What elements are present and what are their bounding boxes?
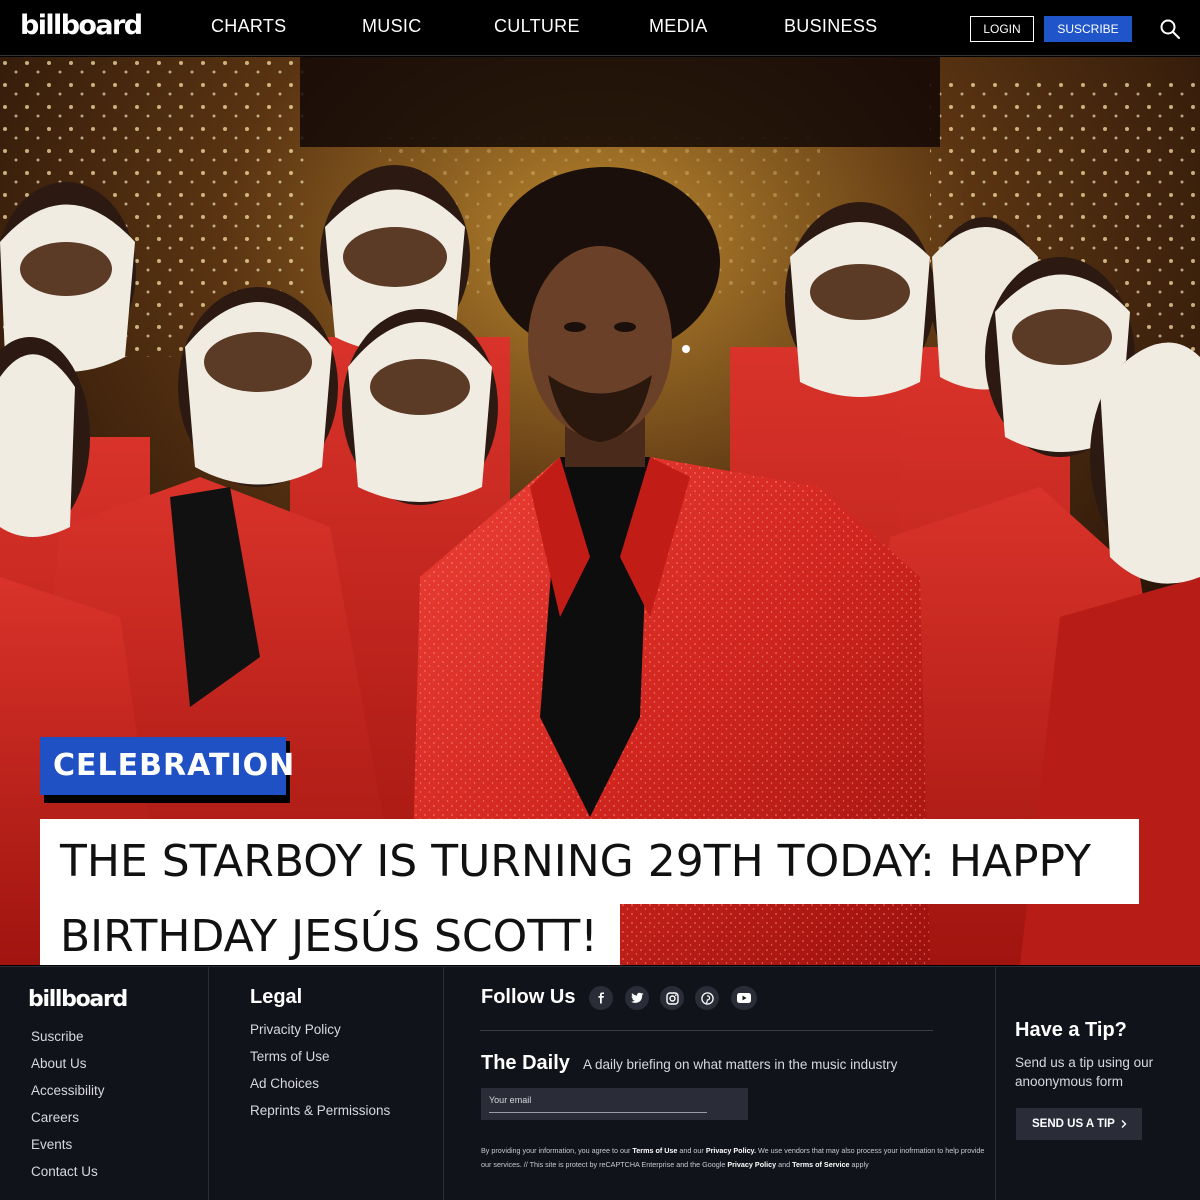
- facebook-icon[interactable]: [589, 986, 613, 1010]
- legal-link-reprints[interactable]: Reprints & Permissions: [250, 1103, 390, 1118]
- footer-link-contact[interactable]: Contact Us: [31, 1164, 98, 1179]
- footer-link-careers[interactable]: Careers: [31, 1110, 79, 1125]
- nav-item-charts[interactable]: CHARTS: [211, 16, 286, 37]
- subscribe-button[interactable]: SUSCRIBE: [1044, 16, 1132, 42]
- chevron-right-icon: [1121, 1120, 1127, 1128]
- privacy-link[interactable]: Privacy Policy.: [706, 1146, 756, 1155]
- follow-divider: [480, 1030, 933, 1031]
- twitter-icon[interactable]: [625, 986, 649, 1010]
- newsletter-legal-note: By providing your information, you agree…: [481, 1144, 991, 1172]
- search-icon[interactable]: [1158, 17, 1182, 41]
- tip-description: Send us a tip using our anoonymous form: [1015, 1055, 1154, 1089]
- headline-line-1[interactable]: THE STARBOY IS TURNING 29TH TODAY: HAPPY: [40, 819, 1139, 904]
- headline-line-2[interactable]: BIRTHDAY JESÚS SCOTT!: [40, 903, 620, 965]
- terms-of-service-link[interactable]: Terms of Service: [792, 1160, 849, 1169]
- footer-divider: [443, 967, 444, 1200]
- email-placeholder: Your email: [489, 1095, 532, 1105]
- follow-heading: Follow Us: [481, 986, 576, 1008]
- pinterest-icon[interactable]: [695, 986, 719, 1010]
- footer-link-about[interactable]: About Us: [31, 1056, 87, 1071]
- footer-logo[interactable]: billboard: [28, 987, 128, 1012]
- legal-note-text: and our: [677, 1146, 706, 1155]
- send-tip-button[interactable]: SEND US A TIP: [1016, 1108, 1142, 1140]
- legal-link-privacy[interactable]: Privacity Policy: [250, 1022, 341, 1037]
- terms-link[interactable]: Terms of Use: [632, 1146, 677, 1155]
- legal-link-adchoices[interactable]: Ad Choices: [250, 1076, 319, 1091]
- footer-link-accessibility[interactable]: Accessibility: [31, 1083, 105, 1098]
- billboard-logo[interactable]: billboard: [20, 10, 143, 41]
- email-field[interactable]: Your email: [481, 1088, 748, 1120]
- youtube-icon[interactable]: [731, 986, 757, 1010]
- footer-link-subscribe[interactable]: Suscribe: [31, 1029, 84, 1044]
- login-button[interactable]: LOGIN: [970, 16, 1034, 42]
- top-navigation: billboard CHARTS MUSIC CULTURE MEDIA BUS…: [0, 0, 1200, 56]
- legal-heading: Legal: [250, 986, 303, 1008]
- tip-heading: Have a Tip?: [1015, 1019, 1127, 1041]
- footer-divider: [995, 967, 996, 1200]
- category-badge[interactable]: CELEBRATION: [40, 737, 294, 795]
- legal-note-text: apply: [849, 1160, 869, 1169]
- legal-note-text: and: [776, 1160, 793, 1169]
- email-underline: [489, 1112, 707, 1113]
- daily-description: A daily briefing on what matters in the …: [583, 1057, 898, 1072]
- send-tip-label: SEND US A TIP: [1032, 1118, 1115, 1130]
- nav-item-media[interactable]: MEDIA: [649, 16, 708, 37]
- nav-item-music[interactable]: MUSIC: [362, 16, 422, 37]
- footer-divider: [208, 967, 209, 1200]
- daily-heading: The Daily: [481, 1052, 570, 1074]
- hero-article[interactable]: CELEBRATION THE STARBOY IS TURNING 29TH …: [0, 57, 1200, 965]
- nav-item-business[interactable]: BUSINESS: [784, 16, 877, 37]
- legal-link-terms[interactable]: Terms of Use: [250, 1049, 330, 1064]
- nav-item-culture[interactable]: CULTURE: [494, 16, 580, 37]
- google-privacy-link[interactable]: Privacy Policy: [727, 1160, 776, 1169]
- instagram-icon[interactable]: [660, 986, 684, 1010]
- footer-link-events[interactable]: Events: [31, 1137, 72, 1152]
- legal-note-text: By providing your information, you agree…: [481, 1146, 633, 1155]
